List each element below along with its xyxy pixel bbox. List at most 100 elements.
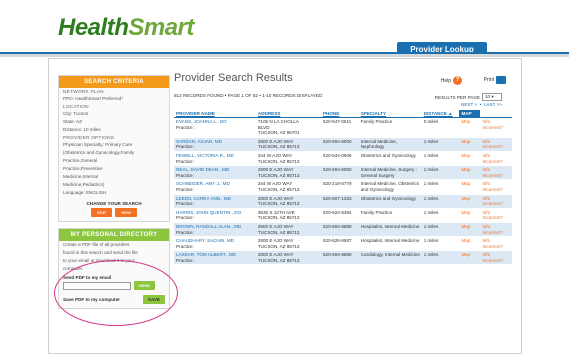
- healthsmart-logo[interactable]: HealthSmart: [58, 14, 194, 42]
- info-cell: Info Incorrect?: [480, 118, 512, 138]
- address-line: TUCSON, AZ 85713: [257, 243, 300, 249]
- info-incorrect-link[interactable]: Info Incorrect?: [482, 119, 502, 130]
- phone-cell: 520-694-8888: [320, 250, 359, 265]
- results-area: Provider Search Results Help ? Print 812…: [174, 72, 514, 265]
- info-label: Info: [482, 195, 491, 201]
- new-search-button[interactable]: NEW: [115, 208, 137, 217]
- practice-label: Practice:: [176, 158, 194, 164]
- practice-label: Practice:: [176, 124, 194, 130]
- address-line: TUCSON, AZ 85713: [257, 144, 300, 150]
- edit-search-button[interactable]: EDIT: [91, 208, 113, 217]
- incorrect-label: Incorrect?: [482, 172, 503, 178]
- last-link[interactable]: LAST >>: [484, 102, 502, 107]
- incorrect-label: Incorrect?: [482, 215, 503, 221]
- address-line: BLVD: [257, 124, 270, 130]
- option-language: Language: ENGLISH: [63, 190, 107, 195]
- address-line: 2800 E AJO WAY: [257, 195, 294, 201]
- info-incorrect-link[interactable]: Info Incorrect?: [482, 167, 502, 178]
- table-row: BROWN, RANDALL ALAN., MD Practice: 2800 E …: [174, 222, 512, 237]
- info-cell: Info Incorrect?: [480, 237, 512, 251]
- map-cell: Map: [459, 137, 481, 152]
- address-line: TUCSON, AZ 85713: [257, 186, 300, 192]
- map-link[interactable]: Map: [461, 119, 470, 124]
- help-link[interactable]: Help ?: [441, 76, 462, 85]
- provider-name-link[interactable]: CHAUDHARY, SACHIN, MD: [176, 238, 234, 243]
- info-cell: Info Incorrect?: [480, 194, 512, 209]
- change-search-title: CHANGE YOUR SEARCH: [86, 201, 142, 206]
- info-label: Info: [482, 223, 491, 229]
- incorrect-label: Incorrect?: [482, 201, 503, 207]
- info-incorrect-link[interactable]: Info Incorrect?: [482, 153, 502, 164]
- map-link[interactable]: Map: [461, 224, 470, 229]
- address-line: 2800 E AJO WAY: [257, 167, 294, 173]
- next-link[interactable]: NEXT >: [461, 102, 477, 107]
- incorrect-label: Incorrect?: [482, 243, 503, 249]
- info-incorrect-link[interactable]: Info Incorrect?: [482, 139, 502, 150]
- map-cell: Map: [459, 151, 480, 165]
- specialty-cell: Family Practice: [360, 119, 393, 124]
- provider-name-link[interactable]: SCHNEIDER, AMY J., MD: [176, 181, 230, 186]
- map-link[interactable]: Map: [461, 181, 470, 186]
- address-line: 2800 E AJO WAY: [257, 238, 294, 244]
- address-cell: 2800 E AJO WAY TUCSON, AZ 85713: [255, 137, 321, 152]
- phone-cell: 520-694-6000: [320, 165, 359, 180]
- results-table: PROVIDER NAME ADDRESS PHONE SPECIALTY DI…: [174, 110, 512, 265]
- help-label: Help: [440, 77, 451, 84]
- distance-cell: 1 miles: [421, 194, 460, 209]
- info-incorrect-link[interactable]: Info Incorrect?: [482, 196, 502, 207]
- map-link[interactable]: Map: [461, 238, 470, 243]
- provider-name-link[interactable]: SARDAR, ASJAD, MD: [176, 139, 222, 144]
- provider-name-link[interactable]: EVANS, JOANNA L., DO: [176, 119, 227, 124]
- records-summary: 812 RECORDS FOUND • PAGE 1 OF 82 • 1-10 …: [174, 93, 323, 98]
- map-link[interactable]: Map: [461, 196, 470, 201]
- address-line: TUCSON, AZ 85713: [257, 215, 300, 221]
- address-cell: 7105 N LA CHOLLA BLVD TUCSON, AZ 85701: [256, 118, 321, 138]
- distance-cell: 1 miles: [423, 209, 439, 215]
- col-specialty[interactable]: SPECIALTY: [358, 110, 422, 118]
- search-criteria-title: SEARCH CRITERIA: [59, 76, 169, 88]
- address-cell: 2800 E AJO WAY TUCSON, AZ 85713: [255, 250, 321, 265]
- map-link[interactable]: Map: [461, 167, 470, 172]
- info-incorrect-link[interactable]: Info Incorrect?: [482, 181, 502, 192]
- results-per-page-select[interactable]: 10 ▾: [482, 93, 502, 101]
- distance-cell: 1 miles: [421, 222, 460, 237]
- phone-cell: 520-694-6000: [320, 137, 359, 152]
- provider-name-link[interactable]: LEEDS, CAREY ANN., MD: [176, 196, 231, 201]
- col-phone[interactable]: PHONE: [320, 110, 359, 118]
- directory-description: Create a PDF file of all providers: [63, 242, 130, 247]
- incorrect-label: Incorrect?: [482, 158, 503, 164]
- info-incorrect-link[interactable]: Info Incorrect?: [482, 210, 502, 221]
- map-link[interactable]: Map: [461, 210, 470, 215]
- phone-cell: 520-626-6587: [322, 238, 352, 244]
- provider-options-label: PROVIDER OPTIONS: [63, 136, 115, 141]
- info-incorrect-link[interactable]: Info Incorrect?: [482, 224, 502, 235]
- print-link[interactable]: Print: [484, 76, 506, 84]
- map-link[interactable]: Map: [461, 252, 470, 257]
- map-link[interactable]: Map: [461, 139, 470, 144]
- practice-label: Practice:: [176, 186, 194, 192]
- info-incorrect-link[interactable]: Info Incorrect?: [482, 238, 502, 249]
- results-per-page-label: RESULTS PER PAGE: [434, 94, 480, 100]
- specialty-cell: Hospitalist, Internal Medicine: [358, 222, 422, 237]
- specialty-cell: Obstetrics and Gynecology: [358, 194, 422, 209]
- provider-name-link[interactable]: BROWN, RANDALL ALAN., MD: [176, 224, 241, 229]
- col-address[interactable]: ADDRESS: [255, 110, 321, 118]
- address-cell: 2800 E AJO WAY TUCSON, AZ 85713: [255, 222, 321, 237]
- provider-name-link[interactable]: NEAL, DAVID DEAN., MD: [176, 167, 229, 172]
- provider-name-link[interactable]: FEWELL, VICTORIA R., MD: [176, 153, 234, 158]
- location-city: City: Tucson: [63, 111, 89, 116]
- print-label: Print: [483, 77, 494, 83]
- col-distance[interactable]: DISTANCE ▲: [421, 110, 460, 118]
- phone-cell: 520-607-1333: [320, 194, 359, 209]
- specialty-cell: Obstetrics and Gynecology: [360, 152, 416, 158]
- map-link[interactable]: Map: [461, 153, 470, 158]
- location-state: State: AZ: [63, 119, 82, 124]
- address-cell: 344 W AJO WAY TUCSON, AZ 85713: [256, 180, 321, 194]
- address-line: TUCSON, AZ 85713: [257, 172, 300, 178]
- provider-name-link[interactable]: HARRIS, JOHN QUENTIN., DO: [176, 210, 241, 215]
- col-provider-name[interactable]: PROVIDER NAME: [174, 110, 256, 118]
- provider-name-link[interactable]: LASSAR, TOM ALBERT., MD: [176, 252, 236, 257]
- info-incorrect-link[interactable]: Info Incorrect?: [482, 252, 502, 263]
- col-map[interactable]: MAP: [459, 110, 481, 118]
- practice-label: Practice:: [176, 201, 194, 207]
